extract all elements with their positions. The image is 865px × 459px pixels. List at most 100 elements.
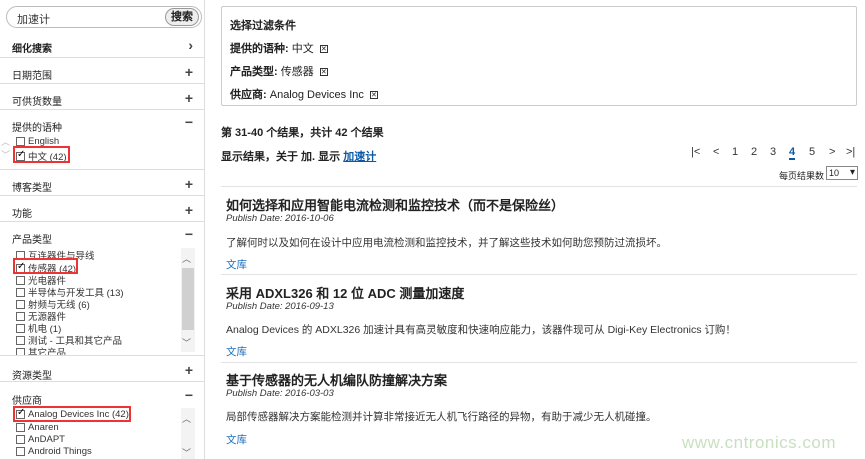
highlight-box <box>13 406 131 422</box>
filter-row-language: 提供的语种: 中文 ✕ <box>230 40 328 56</box>
resource-type-label: 资源类型 <box>12 371 52 382</box>
pagination: |< < 1 2 3 4 5 > >| <box>688 146 858 160</box>
filter-label: 供应商: <box>230 89 267 101</box>
search-input-value: 加速计 <box>17 14 50 26</box>
checkbox[interactable] <box>16 311 25 321</box>
scroll-up-icon[interactable]: ︿ <box>182 412 191 425</box>
chevron-right-icon: › <box>188 37 193 53</box>
function-label: 功能 <box>12 209 32 220</box>
product-type-section: 产品类型 − 互连器件与导线 传感器 (42) 光电器件 半导体与开发工具 (1… <box>0 222 205 356</box>
result-date: Publish Date: 2016-03-03 <box>226 388 334 399</box>
result-date: Publish Date: 2016-09-13 <box>226 301 334 312</box>
supplier-option[interactable]: AnDAPT <box>16 434 65 445</box>
function-section[interactable]: 功能 + <box>0 196 205 222</box>
result-tag-link[interactable]: 文库 <box>226 432 247 447</box>
close-icon[interactable]: ✕ <box>369 91 378 100</box>
checkbox[interactable] <box>16 347 25 355</box>
scrollbar[interactable]: ︿ ﹀ <box>181 408 195 459</box>
checkbox[interactable] <box>16 335 25 345</box>
filter-row-product-type: 产品类型: 传感器 ✕ <box>230 63 328 79</box>
result-title-link[interactable]: 基于传感器的无人机编队防撞解决方案 <box>226 370 447 389</box>
search-button[interactable]: 搜索 <box>165 8 199 26</box>
product-type-label: 产品类型 <box>12 235 52 246</box>
showing-results-line: 显示结果，关于 加. 显示 加速计 <box>221 148 376 164</box>
filter-row-supplier: 供应商: Analog Devices Inc ✕ <box>230 86 378 102</box>
checkbox[interactable] <box>16 423 25 432</box>
checkbox[interactable] <box>16 435 25 444</box>
per-page-select[interactable]: 10 <box>826 166 858 180</box>
close-icon[interactable]: ✕ <box>319 45 328 54</box>
page-link[interactable]: 3 <box>770 146 776 158</box>
divider <box>221 274 857 275</box>
option-label: 其它产品 <box>28 348 67 356</box>
expand-plus-icon[interactable]: + <box>185 177 193 191</box>
result-description: Analog Devices 的 ADXL326 加速计具有高灵敏度和快速响应能… <box>226 324 736 336</box>
sidebar: 加速计 搜索 细化搜索 › 日期范围 + 可供货数量 + 提供的语种 − Eng… <box>0 0 205 459</box>
result-title-link[interactable]: 如何选择和应用智能电流检测和监控技术（而不是保险丝） <box>226 195 564 214</box>
checkbox[interactable] <box>16 287 25 297</box>
showing-prefix: 显示结果，关于 加. 显示 <box>221 151 341 163</box>
scrollbar-thumb[interactable] <box>182 268 194 330</box>
scroll-down-icon[interactable]: ﹀ <box>182 336 191 349</box>
page-link[interactable]: 1 <box>732 146 738 158</box>
collapse-minus-icon[interactable]: − <box>185 388 193 402</box>
stock-qty-section[interactable]: 可供货数量 + <box>0 84 205 110</box>
results-count: 第 31-40 个结果，共计 42 个结果 <box>221 127 384 139</box>
page-link[interactable]: 5 <box>809 146 815 158</box>
prev-page-button[interactable]: < <box>713 146 719 158</box>
option-label: AnDAPT <box>28 434 65 445</box>
scrollbar[interactable]: ︿ ﹀ <box>181 248 195 352</box>
search-input[interactable]: 加速计 搜索 <box>6 6 202 28</box>
scroll-up-icon[interactable]: ︿ <box>182 252 191 265</box>
resource-type-section[interactable]: 资源类型 + <box>0 356 205 382</box>
search-term-link[interactable]: 加速计 <box>343 151 376 163</box>
divider <box>221 362 857 363</box>
product-option[interactable]: 其它产品 <box>16 345 67 356</box>
filter-value: 中文 <box>291 43 314 55</box>
first-page-button[interactable]: |< <box>691 146 700 158</box>
refine-search-label: 细化搜索 <box>12 44 52 55</box>
divider <box>221 186 857 187</box>
supplier-option[interactable]: Anaren <box>16 422 59 433</box>
filter-value: 传感器 <box>280 66 314 78</box>
per-page-label: 每页结果数 <box>779 171 825 181</box>
result-tag-link[interactable]: 文库 <box>226 344 247 359</box>
result-date: Publish Date: 2016-10-06 <box>226 213 334 224</box>
current-page[interactable]: 4 <box>789 146 796 160</box>
result-description: 了解何时以及如何在设计中应用电流检测和监控技术，并了解这些技术如何助您预防过流损… <box>226 237 667 249</box>
expand-plus-icon[interactable]: + <box>185 363 193 377</box>
collapse-minus-icon[interactable]: − <box>185 115 193 129</box>
checkbox[interactable] <box>16 323 25 333</box>
result-description: 局部传感器解决方案能检测并计算非常接近无人机飞行路径的异物，有助于减少无人机碰撞… <box>226 411 657 423</box>
blog-type-section[interactable]: 博客类型 + <box>0 170 205 196</box>
collapse-minus-icon[interactable]: − <box>185 227 193 241</box>
supplier-option[interactable]: Android Things <box>16 446 92 457</box>
result-tag-link[interactable]: 文库 <box>226 257 247 272</box>
checkbox[interactable] <box>16 299 25 309</box>
last-page-button[interactable]: >| <box>846 146 855 158</box>
checkbox[interactable] <box>16 275 25 285</box>
option-label: Android Things <box>28 446 92 457</box>
blog-type-label: 博客类型 <box>12 183 52 194</box>
filter-value: Analog Devices Inc <box>269 89 364 101</box>
expand-plus-icon[interactable]: + <box>185 91 193 105</box>
highlight-box <box>13 258 78 274</box>
expand-plus-icon[interactable]: + <box>185 203 193 217</box>
selected-filters-panel: 选择过滤条件 提供的语种: 中文 ✕ 产品类型: 传感器 ✕ 供应商: Anal… <box>221 6 857 106</box>
supplier-label: 供应商 <box>12 396 42 407</box>
stock-qty-label: 可供货数量 <box>12 97 62 108</box>
scroll-down-icon[interactable]: ﹀ <box>182 446 191 459</box>
checkbox[interactable] <box>16 447 25 456</box>
close-icon[interactable]: ✕ <box>319 68 328 77</box>
watermark: www.cntronics.com <box>682 433 836 452</box>
filters-title: 选择过滤条件 <box>230 20 296 32</box>
search-bar: 加速计 搜索 <box>6 6 202 28</box>
page-link[interactable]: 2 <box>751 146 757 158</box>
filter-label: 提供的语种: <box>230 43 289 55</box>
expand-plus-icon[interactable]: + <box>185 65 193 79</box>
filter-label: 产品类型: <box>230 66 278 78</box>
result-title-link[interactable]: 采用 ADXL326 和 12 位 ADC 测量加速度 <box>226 283 464 302</box>
date-range-section[interactable]: 日期范围 + <box>0 58 205 84</box>
next-page-button[interactable]: > <box>829 146 835 158</box>
refine-search-header[interactable]: 细化搜索 › <box>0 34 205 58</box>
